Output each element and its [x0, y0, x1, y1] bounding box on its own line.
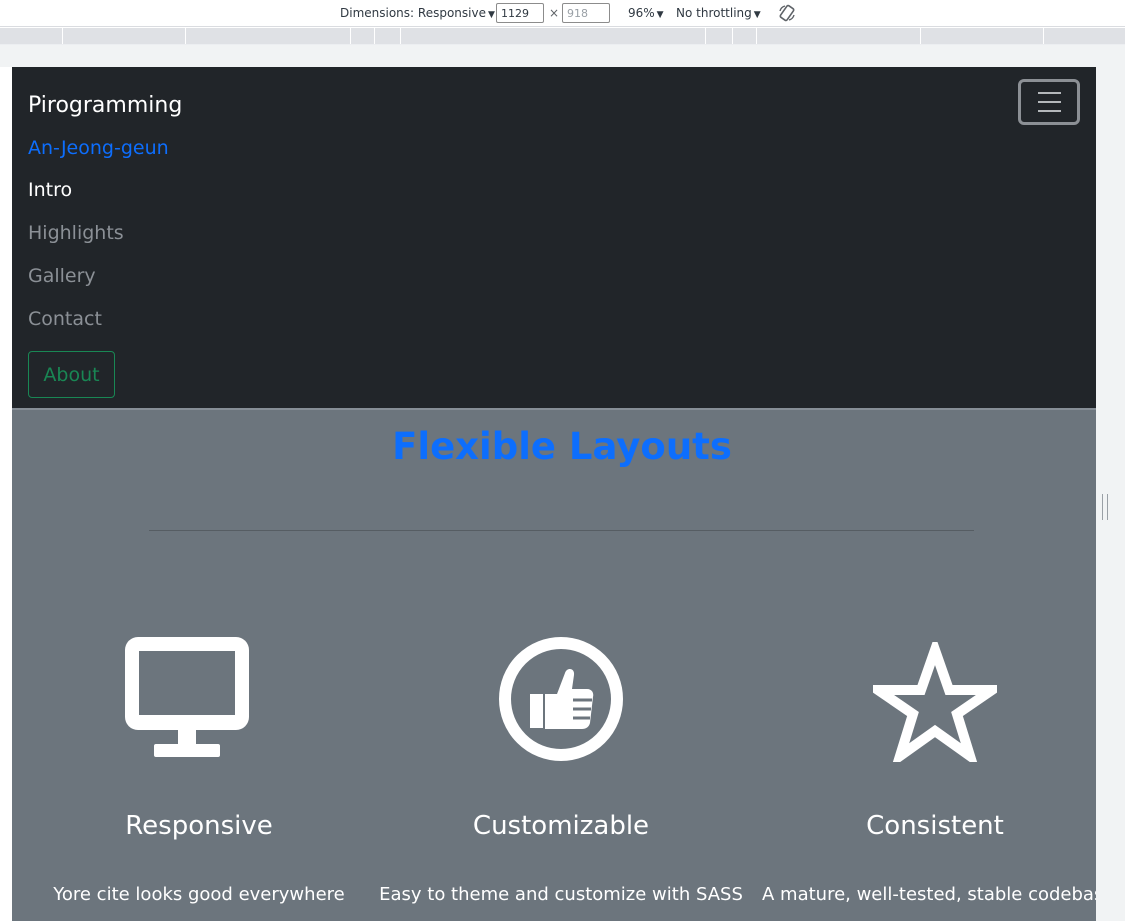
feature-title-customizable: Customizable: [472, 811, 650, 841]
caret-down-icon: ▼: [753, 10, 761, 20]
thumbs-up-icon: [499, 637, 623, 761]
feature-text-consistent: A mature, well-tested, stable codebase: [762, 884, 1096, 905]
navbar-toggler-button[interactable]: [1018, 79, 1080, 125]
media-query-ruler[interactable]: [0, 28, 1125, 45]
star-icon: [873, 642, 997, 762]
zoom-dropdown[interactable]: 96% ▼: [628, 5, 664, 23]
about-button[interactable]: About: [28, 351, 115, 398]
section-title: Flexible Layouts: [392, 425, 732, 468]
feature-text-customizable: Easy to theme and customize with SASS: [379, 884, 743, 905]
navbar: Pirogramming An-Jeong-geun Intro Highlig…: [12, 67, 1096, 410]
caret-down-icon: ▼: [487, 10, 495, 20]
zoom-label: 96%: [628, 6, 655, 20]
nav-link-highlights[interactable]: Highlights: [28, 222, 124, 244]
nav-link-gallery[interactable]: Gallery: [28, 265, 96, 287]
navbar-brand[interactable]: Pirogramming: [28, 93, 182, 118]
section-divider: [149, 530, 974, 531]
monitor-icon: [125, 637, 249, 757]
resize-gutter: [1096, 45, 1125, 921]
rotate-icon[interactable]: [777, 3, 797, 23]
times-icon: ×: [549, 6, 560, 20]
feature-text-responsive: Yore cite looks good everywhere: [53, 884, 345, 905]
caret-down-icon: ▼: [656, 10, 664, 20]
throttling-label: No throttling: [676, 6, 752, 20]
devtools-toolbar: Dimensions: Responsive▼ × 96%▼ No thrott…: [0, 0, 1125, 27]
emulated-viewport: Pirogramming An-Jeong-geun Intro Highlig…: [12, 67, 1096, 921]
viewport-gutter: [0, 45, 1125, 67]
width-input[interactable]: [496, 3, 544, 23]
feature-title-consistent: Consistent: [866, 811, 1004, 841]
feature-title-responsive: Responsive: [125, 811, 273, 841]
resize-handle[interactable]: [1102, 494, 1108, 520]
dimensions-label: Dimensions: Responsive: [340, 6, 486, 20]
navbar-subtitle-link[interactable]: An-Jeong-geun: [28, 137, 169, 159]
hamburger-icon: [1038, 92, 1061, 94]
throttling-dropdown[interactable]: No throttling ▼: [676, 5, 761, 23]
height-input[interactable]: [562, 3, 610, 23]
nav-link-contact[interactable]: Contact: [28, 308, 102, 330]
dimensions-dropdown[interactable]: Dimensions: Responsive ▼: [340, 5, 495, 23]
nav-link-intro[interactable]: Intro: [28, 179, 72, 201]
